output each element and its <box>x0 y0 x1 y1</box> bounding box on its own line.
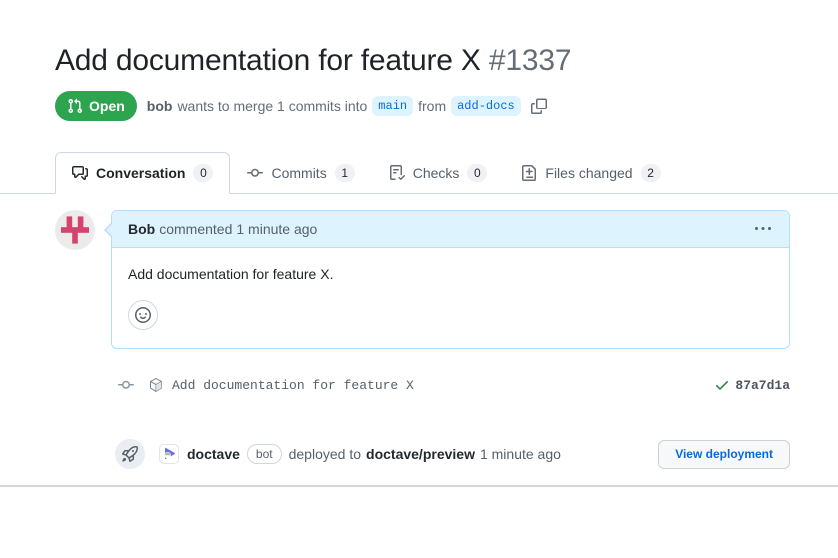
tab-checks[interactable]: Checks 0 <box>372 152 505 193</box>
pr-title-text: Add documentation for feature X <box>55 44 481 77</box>
comment-action: commented <box>159 219 232 239</box>
tab-counter: 2 <box>641 164 661 182</box>
pr-timeline: Bob commented 1 minute ago Add documenta… <box>0 194 838 485</box>
tab-conversation[interactable]: Conversation 0 <box>55 152 230 194</box>
pr-meta-text: bob wants to merge 1 commits into main f… <box>147 96 549 116</box>
git-commit-icon <box>117 371 135 399</box>
comment-body-text: Add documentation for feature X. <box>128 264 773 284</box>
tab-label: Files changed <box>545 165 632 181</box>
copy-icon <box>531 98 547 114</box>
commit-status: 87a7d1a <box>714 377 790 393</box>
pr-meta-action: wants to merge 1 commits into <box>177 98 367 114</box>
rocket-icon <box>115 439 145 469</box>
view-deployment-button[interactable]: View deployment <box>658 440 790 469</box>
pr-number: #1337 <box>489 44 571 77</box>
commit-row: Add documentation for feature X 87a7d1a <box>117 371 790 399</box>
base-branch-label[interactable]: main <box>372 96 413 116</box>
deployment-action: deployed to <box>289 446 361 462</box>
kebab-horizontal-icon <box>755 221 771 237</box>
comment-bubble: Bob commented 1 minute ago Add documenta… <box>111 210 790 349</box>
avatar[interactable] <box>55 210 95 250</box>
bot-badge: bot <box>247 444 282 464</box>
deployment-actor[interactable]: doctave <box>187 446 240 462</box>
tab-commits[interactable]: Commits 1 <box>230 152 371 193</box>
comment-author[interactable]: Bob <box>128 219 155 239</box>
head-branch-label[interactable]: add-docs <box>451 96 521 116</box>
pr-meta-row: Open bob wants to merge 1 commits into m… <box>55 91 790 121</box>
deployment-environment: doctave/preview <box>366 446 475 462</box>
comment-row: Bob commented 1 minute ago Add documenta… <box>55 210 790 349</box>
tab-files-changed[interactable]: Files changed 2 <box>504 152 677 193</box>
deployment-text: doctave bot deployed to doctave/preview … <box>187 444 561 464</box>
page-title: Add documentation for feature X #1337 <box>55 44 790 78</box>
status-badge: Open <box>55 91 137 121</box>
file-diff-icon <box>521 165 537 181</box>
doctave-bot-avatar[interactable] <box>159 444 179 464</box>
smiley-icon <box>135 307 151 323</box>
comment-body: Add documentation for feature X. <box>112 248 789 348</box>
tab-counter: 0 <box>193 164 213 182</box>
copy-branch-button[interactable] <box>529 96 549 116</box>
tab-label: Checks <box>413 165 460 181</box>
pr-header: Add documentation for feature X #1337 Op… <box>0 0 838 121</box>
git-pull-request-icon <box>67 98 83 114</box>
add-reaction-button[interactable] <box>128 300 158 330</box>
comment-options-button[interactable] <box>753 219 773 239</box>
git-commit-icon <box>247 165 263 181</box>
comment-header: Bob commented 1 minute ago <box>112 211 789 248</box>
tab-counter: 1 <box>335 164 355 182</box>
commit-author-avatar[interactable] <box>148 377 164 393</box>
deployment-timestamp: 1 minute ago <box>480 446 561 462</box>
commit-message-link[interactable]: Add documentation for feature X <box>172 378 414 393</box>
pr-author: bob <box>147 98 173 114</box>
bottom-divider <box>0 485 838 487</box>
tab-label: Commits <box>271 165 326 181</box>
commit-sha-link[interactable]: 87a7d1a <box>735 378 790 393</box>
check-icon <box>714 377 730 393</box>
status-badge-label: Open <box>89 97 125 115</box>
pr-meta-from: from <box>418 98 446 114</box>
tab-label: Conversation <box>96 165 185 181</box>
checklist-icon <box>389 165 405 181</box>
deployment-row: doctave bot deployed to doctave/preview … <box>115 439 790 469</box>
comment-discussion-icon <box>72 165 88 181</box>
tab-counter: 0 <box>467 164 487 182</box>
comment-timestamp: 1 minute ago <box>236 219 317 239</box>
pr-tabnav: Conversation 0 Commits 1 Checks 0 Files … <box>0 152 838 194</box>
